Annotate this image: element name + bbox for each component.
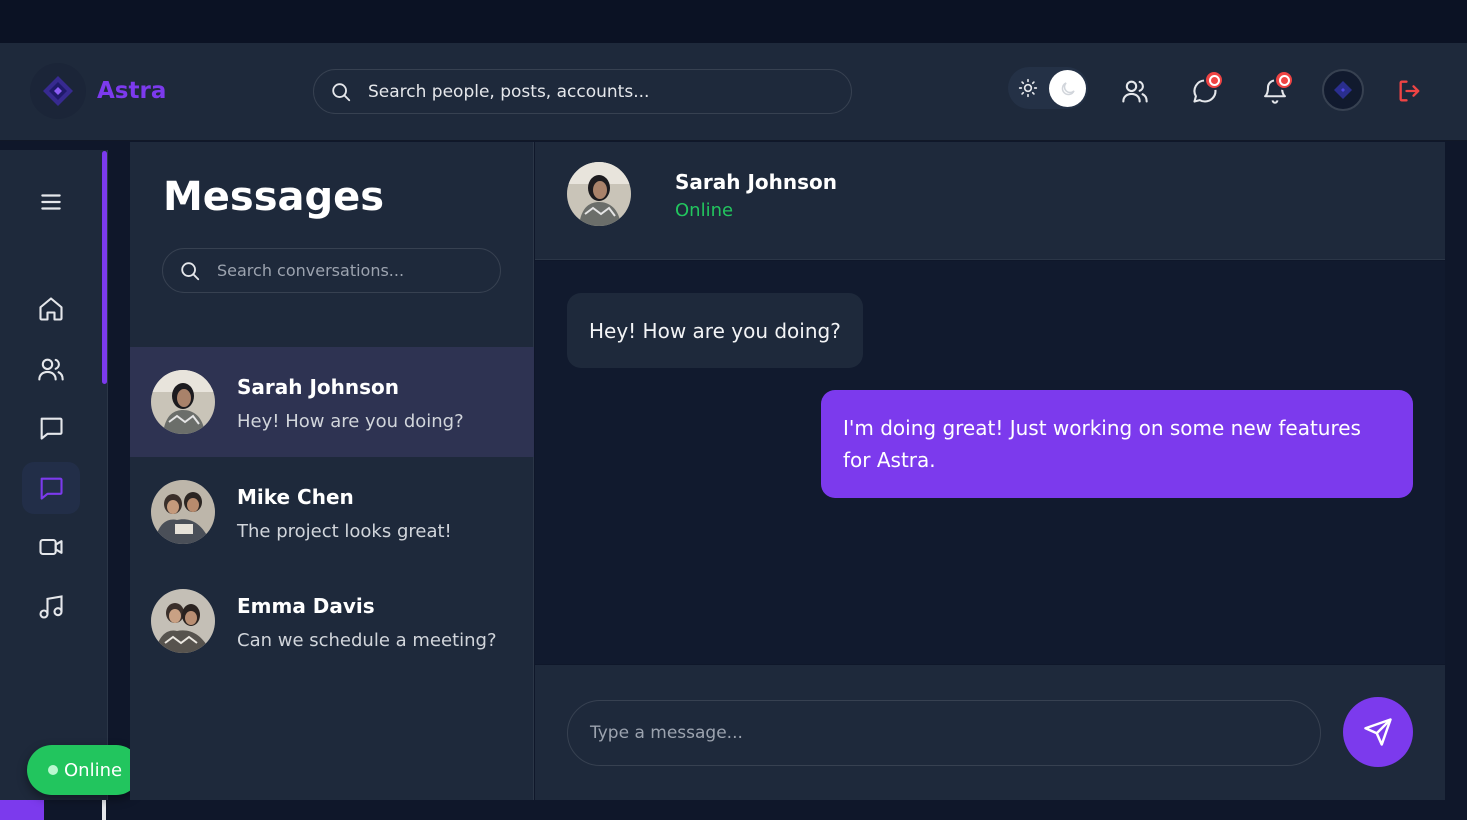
conversation-search-input[interactable]: Search conversations... [162, 248, 501, 293]
conversation-search-placeholder: Search conversations... [217, 261, 405, 280]
sun-icon [1018, 78, 1038, 98]
message-input[interactable]: Type a message... [567, 700, 1321, 766]
conversation-preview: The project looks great! [237, 521, 452, 542]
top-strip [0, 0, 1467, 43]
sidebar-item-home[interactable] [22, 283, 80, 335]
avatar-photo-sarah [151, 370, 215, 434]
sidebar-item-videos[interactable] [22, 521, 80, 573]
conversation-name: Emma Davis [237, 594, 375, 618]
profile-avatar[interactable] [1322, 69, 1364, 111]
profile-logo-icon [1334, 81, 1352, 99]
users-icon [38, 358, 64, 381]
message-thread: Hey! How are you doing? I'm doing great!… [535, 261, 1445, 664]
page-background-edge [1445, 142, 1467, 800]
global-search-placeholder: Search people, posts, accounts... [368, 82, 650, 102]
messages-icon [40, 477, 63, 500]
send-button[interactable] [1343, 697, 1413, 767]
avatar-photo-sarah [567, 162, 631, 226]
online-dot [48, 765, 58, 775]
chat-contact-status: Online [675, 200, 734, 221]
sidebar-item-posts[interactable] [22, 402, 80, 454]
conversation-item-emma[interactable]: Emma Davis Can we schedule a meeting? [130, 566, 534, 676]
send-icon [1364, 718, 1392, 746]
notifications-button[interactable] [1258, 70, 1294, 108]
brand-name[interactable]: Astra [97, 78, 166, 104]
incoming-message: Hey! How are you doing? [567, 293, 863, 368]
search-icon [332, 83, 351, 102]
video-icon [39, 538, 63, 556]
search-icon [181, 262, 200, 281]
online-status-label: Online [64, 759, 123, 781]
sidebar-item-friends[interactable] [22, 343, 80, 395]
astra-logo[interactable] [30, 63, 86, 119]
avatar-photo-emma [151, 589, 215, 653]
avatar [151, 480, 215, 544]
avatar-photo-mike [151, 480, 215, 544]
global-search-input[interactable]: Search people, posts, accounts... [313, 69, 852, 114]
music-icon [39, 595, 63, 619]
chat-header: Sarah Johnson Online [535, 142, 1445, 260]
moon-icon [1061, 81, 1075, 95]
chat-notifications-button[interactable] [1188, 70, 1224, 108]
theme-toggle[interactable] [1008, 67, 1088, 109]
menu-icon [41, 194, 61, 210]
conversation-item-mike[interactable]: Mike Chen The project looks great! [130, 457, 534, 567]
theme-toggle-knob[interactable] [1049, 70, 1086, 107]
conversation-preview: Can we schedule a meeting? [237, 630, 497, 651]
sidebar [0, 150, 108, 800]
chat-contact-name: Sarah Johnson [675, 170, 838, 194]
conversation-list-panel: Messages Search conversations... Sarah J… [130, 142, 534, 800]
online-status-pill[interactable]: Online [27, 745, 141, 795]
conversation-name: Sarah Johnson [237, 375, 400, 399]
avatar [151, 589, 215, 653]
message-input-placeholder: Type a message... [590, 723, 743, 743]
friends-icon [1122, 80, 1148, 103]
chat-contact-avatar[interactable] [567, 162, 631, 226]
logout-button[interactable] [1393, 74, 1427, 108]
message-composer: Type a message... [535, 665, 1445, 800]
home-icon [39, 297, 63, 321]
sidebar-item-messages[interactable] [22, 462, 80, 514]
logout-icon [1399, 80, 1420, 102]
friends-button[interactable] [1118, 74, 1152, 108]
top-navbar: Astra Search people, posts, accounts... [0, 43, 1467, 141]
sidebar-scrollbar[interactable] [102, 151, 107, 384]
outgoing-message: I'm doing great! Just working on some ne… [821, 390, 1413, 498]
corner-accent [0, 800, 44, 820]
notification-badge [1274, 70, 1294, 90]
conversation-preview: Hey! How are you doing? [237, 411, 464, 432]
comment-icon [40, 417, 63, 440]
sidebar-menu-toggle[interactable] [22, 176, 80, 228]
chat-badge [1204, 70, 1224, 90]
avatar [151, 370, 215, 434]
sidebar-item-music[interactable] [22, 581, 80, 633]
page-title: Messages [163, 174, 385, 220]
logo-icon [43, 76, 73, 106]
conversation-name: Mike Chen [237, 485, 354, 509]
conversation-item-sarah[interactable]: Sarah Johnson Hey! How are you doing? [130, 347, 534, 457]
edge-marker [102, 800, 106, 820]
